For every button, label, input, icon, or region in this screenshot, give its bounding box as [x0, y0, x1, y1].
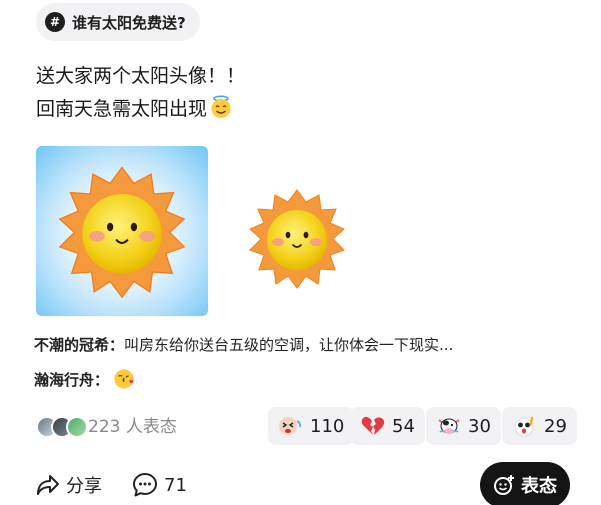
- topic-tag[interactable]: # 谁有太阳免费送?: [36, 3, 200, 41]
- reaction-pill-laughing[interactable]: 110: [268, 407, 355, 445]
- reaction-pill-broken-heart[interactable]: 54: [350, 407, 425, 445]
- share-button[interactable]: 分享: [36, 472, 102, 498]
- reaction-count: 29: [544, 415, 567, 437]
- express-label: 表态: [521, 476, 557, 497]
- broken-heart-emoji: [361, 416, 385, 435]
- add-emoji-icon: [494, 475, 514, 495]
- cow-emoji: [438, 418, 460, 434]
- avatar: [66, 416, 88, 438]
- hashtag-icon: #: [45, 12, 65, 32]
- kissing-face-emoji: [114, 369, 134, 389]
- laughing-tears-emoji: [279, 417, 302, 435]
- post-line-1: 送大家两个太阳头像！！: [36, 65, 246, 87]
- shocked-face-emoji: [514, 416, 534, 437]
- sun-character-illustration: [249, 189, 345, 289]
- express-reaction-button[interactable]: 表态: [480, 462, 570, 505]
- reaction-pill-cow[interactable]: 30: [426, 407, 501, 445]
- reaction-count: 30: [468, 415, 491, 437]
- comment-item[interactable]: 瀚海行舟：: [34, 368, 135, 390]
- reaction-count: 54: [392, 415, 415, 437]
- reaction-total[interactable]: 223 人表态: [88, 416, 177, 438]
- share-label: 分享: [66, 476, 102, 497]
- share-arrow-icon: [37, 475, 59, 495]
- smiling-face-with-halo-emoji: [211, 95, 231, 118]
- comment-item[interactable]: 不潮的冠希：叫房东给你送台五级的空调，让你体会一下现实...: [34, 334, 453, 355]
- comment-button[interactable]: 71: [132, 472, 187, 498]
- reaction-count: 110: [310, 415, 345, 437]
- topic-label: 谁有太阳免费送?: [72, 13, 186, 32]
- post-body: 送大家两个太阳头像！！ 回南天急需太阳出现: [36, 60, 245, 126]
- comment-username[interactable]: 不潮的冠希：: [34, 336, 124, 354]
- comment-bubble-icon: [133, 473, 157, 497]
- post-line-2: 回南天急需太阳出现: [36, 93, 245, 126]
- sun-avatar-image-1[interactable]: [36, 146, 208, 316]
- sun-avatar-image-2[interactable]: [232, 176, 362, 304]
- comment-text: 叫房东给你送台五级的空调，让你体会一下现实...: [124, 336, 454, 354]
- sun-character-illustration: [58, 166, 186, 299]
- comment-count: 71: [164, 474, 187, 496]
- comment-username[interactable]: 瀚海行舟：: [34, 371, 109, 389]
- reactor-avatars[interactable]: [36, 416, 88, 438]
- reaction-pill-shocked[interactable]: 29: [502, 407, 577, 445]
